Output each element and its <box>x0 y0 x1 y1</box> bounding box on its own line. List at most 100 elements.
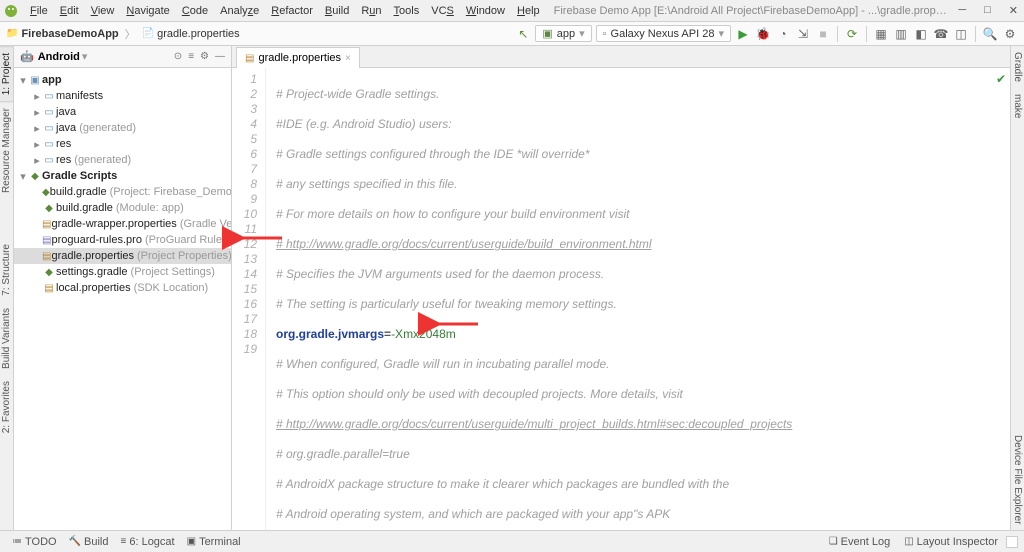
editor-tab-gradle-properties[interactable]: ▤ gradle.properties × <box>236 47 360 68</box>
folder-icon: ▭ <box>42 139 56 150</box>
folder-icon: ▭ <box>42 91 56 102</box>
close-tab-icon[interactable]: × <box>345 53 351 64</box>
tree-node-build-gradle-project[interactable]: ◆build.gradle(Project: Firebase_Demo_App… <box>14 184 231 200</box>
status-terminal[interactable]: ▣Terminal <box>181 536 247 548</box>
menu-help[interactable]: Help <box>511 3 546 19</box>
proguard-file-icon: ▤ <box>42 235 51 246</box>
menu-navigate[interactable]: Navigate <box>120 3 175 19</box>
status-event-log[interactable]: ❏Event Log <box>823 536 897 548</box>
resource-icon[interactable]: ◫ <box>953 26 969 42</box>
status-layout-inspector[interactable]: ◫Layout Inspector <box>898 536 1004 548</box>
breadcrumb-root: FirebaseDemoApp <box>21 28 118 40</box>
tree-node-local-properties[interactable]: ▤local.properties(SDK Location) <box>14 280 231 296</box>
status-build[interactable]: 🔨Build <box>63 536 115 548</box>
chevron-right-icon: 〉 <box>125 26 136 42</box>
tree-node-build-gradle-module[interactable]: ◆build.gradle(Module: app) <box>14 200 231 216</box>
maximize-icon[interactable]: □ <box>982 4 993 17</box>
menu-bar: FFileile Edit View Navigate Code Analyze… <box>0 0 1024 22</box>
tree-node-app[interactable]: ▾▣app <box>14 72 231 88</box>
gradle-file-icon: ◆ <box>42 267 56 278</box>
module-icon: ▣ <box>542 27 552 40</box>
editor-area: ▤ gradle.properties × ✔ 1234567891011121… <box>232 46 1010 530</box>
status-logcat[interactable]: ≡6: Logcat <box>115 536 181 548</box>
collapse-all-icon[interactable]: ≡ <box>188 51 194 62</box>
back-icon[interactable]: ↖ <box>515 26 531 42</box>
device-selector[interactable]: ▫ Galaxy Nexus API 28 ▾ <box>596 25 731 42</box>
tool-tab-project[interactable]: 1: Project <box>0 46 13 102</box>
menu-window[interactable]: Window <box>460 3 511 19</box>
folder-icon: ▭ <box>42 155 56 166</box>
menu-refactor[interactable]: Refactor <box>265 3 319 19</box>
gradle-icon: ◆ <box>28 171 42 182</box>
hammer-icon: 🔨 <box>69 536 81 547</box>
close-icon[interactable]: ✕ <box>1007 4 1020 17</box>
event-log-icon: ❏ <box>829 536 838 547</box>
menu-vcs[interactable]: VCS <box>425 3 460 19</box>
layout-icon[interactable]: ◧ <box>913 26 929 42</box>
gear-icon[interactable]: ⚙ <box>200 51 209 62</box>
gradle-file-icon: ◆ <box>42 187 50 198</box>
sync-icon[interactable]: ⟳ <box>844 26 860 42</box>
chevron-down-icon: ▾ <box>82 50 88 63</box>
search-icon[interactable]: 🔍 <box>982 26 998 42</box>
tree-node-java[interactable]: ▸▭java <box>14 104 231 120</box>
emulator-icon[interactable]: ☎ <box>933 26 949 42</box>
hide-icon[interactable]: — <box>215 51 225 62</box>
breadcrumb-file: gradle.properties <box>157 28 240 40</box>
code-editor[interactable]: ✔ 12345678910111213141516171819 # Projec… <box>232 68 1010 530</box>
project-tool-window: 🤖 Android ▾ ⊙ ≡ ⚙ — ▾▣app ▸▭manifests ▸▭… <box>14 46 232 530</box>
tree-node-gradle-properties[interactable]: ▤gradle.properties(Project Properties) <box>14 248 231 264</box>
left-tool-strip: 1: Project Resource Manager 7: Structure… <box>0 46 14 530</box>
tree-node-gradle-wrapper[interactable]: ▤gradle-wrapper.properties(Gradle Versio… <box>14 216 231 232</box>
properties-file-icon: ▤ <box>42 283 56 294</box>
tree-node-manifests[interactable]: ▸▭manifests <box>14 88 231 104</box>
project-tree[interactable]: ▾▣app ▸▭manifests ▸▭java ▸▭java(generate… <box>14 68 231 530</box>
menu-edit[interactable]: Edit <box>54 3 85 19</box>
sdk-manager-icon[interactable]: ▥ <box>893 26 909 42</box>
tool-tab-structure[interactable]: 7: Structure <box>0 238 13 302</box>
menu-code[interactable]: Code <box>176 3 214 19</box>
breadcrumb[interactable]: 📁 FirebaseDemoApp 〉 📄 gradle.properties <box>6 26 240 42</box>
menu-file[interactable]: FFileile <box>24 3 54 19</box>
code-content[interactable]: # Project-wide Gradle settings. #IDE (e.… <box>266 68 1010 530</box>
line-gutter: 12345678910111213141516171819 <box>232 68 266 530</box>
tool-tab-make[interactable]: make <box>1011 88 1024 124</box>
tree-node-java-generated[interactable]: ▸▭java(generated) <box>14 120 231 136</box>
terminal-icon: ▣ <box>187 536 196 547</box>
status-indicator[interactable] <box>1006 536 1018 548</box>
tool-tab-favorites[interactable]: 2: Favorites <box>0 375 13 439</box>
debug-icon[interactable]: 🐞 <box>755 26 771 42</box>
tree-node-settings-gradle[interactable]: ◆settings.gradle(Project Settings) <box>14 264 231 280</box>
tool-tab-build-variants[interactable]: Build Variants <box>0 302 13 375</box>
tree-node-gradle-scripts[interactable]: ▾◆Gradle Scripts <box>14 168 231 184</box>
inspection-ok-icon: ✔ <box>996 72 1006 87</box>
tree-node-res[interactable]: ▸▭res <box>14 136 231 152</box>
avd-manager-icon[interactable]: ▦ <box>873 26 889 42</box>
scroll-from-source-icon[interactable]: ⊙ <box>174 51 182 62</box>
profile-icon[interactable]: ◔ <box>775 26 791 42</box>
menu-view[interactable]: View <box>85 3 121 19</box>
attach-debugger-icon[interactable]: ⇲ <box>795 26 811 42</box>
project-header[interactable]: 🤖 Android ▾ ⊙ ≡ ⚙ — <box>14 46 231 68</box>
stop-icon[interactable]: ■ <box>815 26 831 42</box>
android-icon: 🤖 <box>20 50 34 63</box>
menu-analyze[interactable]: Analyze <box>214 3 265 19</box>
tool-tab-gradle[interactable]: Gradle <box>1011 46 1024 88</box>
menu-build[interactable]: Build <box>319 3 355 19</box>
run-icon[interactable]: ▶ <box>735 26 751 42</box>
tool-tab-device-file-explorer[interactable]: Device File Explorer <box>1011 429 1024 530</box>
folder-icon: 📁 <box>6 28 18 39</box>
properties-file-icon: ▤ <box>245 53 254 64</box>
right-tool-strip: Gradle make Device File Explorer <box>1010 46 1024 530</box>
minimize-icon[interactable]: ─ <box>956 4 968 17</box>
menu-run[interactable]: Run <box>355 3 387 19</box>
properties-file-icon: ▤ <box>42 219 51 230</box>
help-icon[interactable]: ⚙ <box>1002 26 1018 42</box>
status-todo[interactable]: ≔TODO <box>6 536 63 548</box>
menu-tools[interactable]: Tools <box>388 3 426 19</box>
run-config-selector[interactable]: ▣ app ▾ <box>535 25 591 42</box>
android-studio-logo-icon <box>4 4 18 18</box>
tree-node-res-generated[interactable]: ▸▭res(generated) <box>14 152 231 168</box>
tool-tab-resource-manager[interactable]: Resource Manager <box>0 102 13 199</box>
tree-node-proguard[interactable]: ▤proguard-rules.pro(ProGuard Rules for a… <box>14 232 231 248</box>
